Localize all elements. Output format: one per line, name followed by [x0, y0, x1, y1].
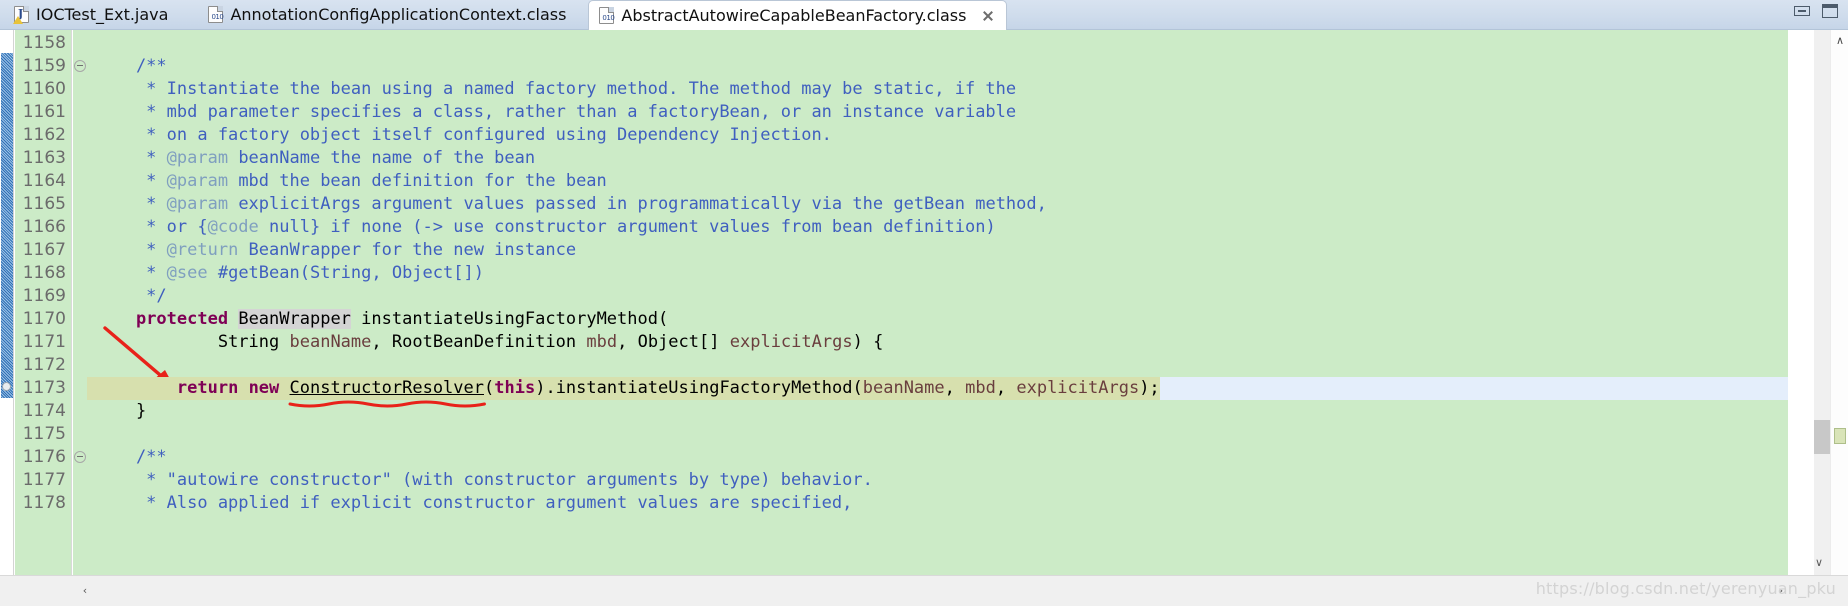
tab-abstractautowirecapablebeanfactory-class[interactable]: 010 AbstractAutowireCapableBeanFactory.c… [588, 0, 1008, 30]
code-line-text: * Also applied if explicit constructor a… [95, 493, 853, 513]
code-line-text: * Instantiate the bean using a named fac… [95, 79, 1017, 99]
scroll-left-icon[interactable]: ‹ [76, 582, 94, 600]
code-line-text: String beanName, RootBeanDefinition mbd,… [217, 332, 884, 352]
code-line-text: * on a factory object itself configured … [95, 125, 832, 145]
fold-collapse-icon[interactable] [74, 451, 86, 463]
class-file-icon-bits: 010 [211, 13, 224, 21]
code-line[interactable]: * on a factory object itself configured … [87, 124, 1788, 147]
code-line-text: * @return BeanWrapper for the new instan… [95, 240, 577, 260]
overview-ruler-thumb[interactable] [1814, 420, 1830, 454]
line-number: 1167 [22, 240, 66, 260]
line-number-gutter: 1158 1159 1160 1161 1162 1163 1164 1165 1166 1167… [15, 30, 72, 575]
editor-tab-bar: J IOCTest_Ext.java 010 AnnotationConfigA… [0, 0, 1848, 30]
line-number: 1172 [22, 355, 66, 375]
code-editor[interactable]: 1158 1159 1160 1161 1162 1163 1164 1165 1166 1167… [0, 30, 1848, 575]
class-file-icon: 010 [599, 7, 615, 24]
line-number: 1162 [22, 125, 66, 145]
window-controls [1794, 4, 1838, 18]
eclipse-editor-window: J IOCTest_Ext.java 010 AnnotationConfigA… [0, 0, 1848, 606]
code-line[interactable]: * @return BeanWrapper for the new instan… [87, 239, 1788, 262]
code-line[interactable]: protected BeanWrapper instantiateUsingFa… [87, 308, 1788, 331]
code-line-text: * @param explicitArgs argument values pa… [95, 194, 1047, 214]
code-line[interactable]: /** [87, 55, 1788, 78]
line-number: 1161 [22, 102, 66, 122]
code-line-text: } [135, 401, 147, 421]
code-line-text: return new ConstructorResolver(this).ins… [87, 377, 1160, 400]
change-ruler [0, 30, 14, 575]
maximize-icon[interactable] [1822, 4, 1838, 18]
code-line-text: /** [95, 56, 167, 76]
code-line-text: * @see #getBean(String, Object[]) [95, 263, 484, 283]
line-number: 1166 [22, 217, 66, 237]
code-line-text: */ [95, 286, 167, 306]
overview-ruler[interactable] [1814, 30, 1830, 575]
code-line[interactable]: String beanName, RootBeanDefinition mbd,… [87, 331, 1788, 354]
folding-ruler[interactable] [73, 30, 87, 575]
class-file-icon: 010 [208, 6, 224, 23]
java-file-icon: J [13, 6, 29, 24]
code-line[interactable] [87, 32, 1788, 55]
line-number: 1159 [22, 56, 66, 76]
line-number: 1171 [22, 332, 66, 352]
code-line[interactable]: /** [87, 446, 1788, 469]
code-line-text: * or {@code null} if none (-> use constr… [95, 217, 996, 237]
line-number: 1173 [22, 378, 66, 398]
code-line[interactable]: * or {@code null} if none (-> use constr… [87, 216, 1788, 239]
code-line-text: * @param mbd the bean definition for the… [95, 171, 607, 191]
class-file-icon-bits: 010 [602, 14, 615, 22]
horizontal-scrollbar[interactable]: ‹ › https://blog.csdn.net/yerenyuan_pku … [0, 556, 1848, 606]
tab-label: AnnotationConfigApplicationContext.class [230, 4, 567, 24]
tab-ioctest-ext-java[interactable]: J IOCTest_Ext.java [4, 0, 180, 29]
code-line[interactable] [87, 423, 1788, 446]
line-number: 1175 [22, 424, 66, 444]
fold-collapse-icon[interactable] [74, 60, 86, 72]
code-line[interactable]: } [87, 400, 1788, 423]
warning-badge-icon [13, 16, 23, 24]
line-number: 1158 [22, 33, 66, 53]
code-line-text: protected BeanWrapper instantiateUsingFa… [135, 309, 669, 329]
code-line[interactable]: * mbd parameter specifies a class, rathe… [87, 101, 1788, 124]
code-line[interactable]: * "autowire constructor" (with construct… [87, 469, 1788, 492]
vertical-scrollbar[interactable]: ∧ [1830, 30, 1848, 575]
line-number: 1177 [22, 470, 66, 490]
line-number: 1164 [22, 171, 66, 191]
line-number: 1169 [22, 286, 66, 306]
code-line[interactable]: * @see #getBean(String, Object[]) [87, 262, 1788, 285]
line-number: 1176 [22, 447, 66, 467]
scroll-down-icon[interactable]: ∨ [1810, 554, 1828, 572]
vertical-scrollbar-thumb[interactable] [1834, 428, 1846, 444]
tab-label: AbstractAutowireCapableBeanFactory.class [621, 5, 967, 25]
code-line-text: * mbd parameter specifies a class, rathe… [95, 102, 1017, 122]
code-line[interactable]: * Instantiate the bean using a named fac… [87, 78, 1788, 101]
line-number: 1165 [22, 194, 66, 214]
line-number: 1168 [22, 263, 66, 283]
line-number: 1178 [22, 493, 66, 513]
code-line[interactable]: */ [87, 285, 1788, 308]
line-number: 1160 [22, 79, 66, 99]
breakpoint-marker[interactable] [2, 382, 11, 391]
line-number: 1170 [22, 309, 66, 329]
code-line[interactable] [87, 354, 1788, 377]
line-number: 1174 [22, 401, 66, 421]
code-line-text: /** [95, 447, 167, 467]
code-line-text: * @param beanName the name of the bean [95, 148, 536, 168]
tab-annotationconfigapplicationcontext-class[interactable]: 010 AnnotationConfigApplicationContext.c… [198, 0, 578, 29]
scroll-up-icon[interactable]: ∧ [1831, 32, 1848, 50]
line-number: 1163 [22, 148, 66, 168]
code-line-text: * "autowire constructor" (with construct… [95, 470, 873, 490]
code-canvas[interactable]: /** * Instantiate the bean using a named… [87, 30, 1788, 575]
close-icon[interactable] [981, 9, 994, 22]
code-line[interactable]: * @param mbd the bean definition for the… [87, 170, 1788, 193]
watermark-text: https://blog.csdn.net/yerenyuan_pku [1535, 579, 1836, 598]
code-line[interactable]: * Also applied if explicit constructor a… [87, 492, 1788, 515]
tab-label: IOCTest_Ext.java [36, 4, 169, 24]
code-line[interactable]: return new ConstructorResolver(this).ins… [87, 377, 1788, 400]
minimize-icon[interactable] [1794, 6, 1810, 16]
change-marker [1, 53, 13, 398]
code-line[interactable]: * @param explicitArgs argument values pa… [87, 193, 1788, 216]
code-line[interactable]: * @param beanName the name of the bean [87, 147, 1788, 170]
